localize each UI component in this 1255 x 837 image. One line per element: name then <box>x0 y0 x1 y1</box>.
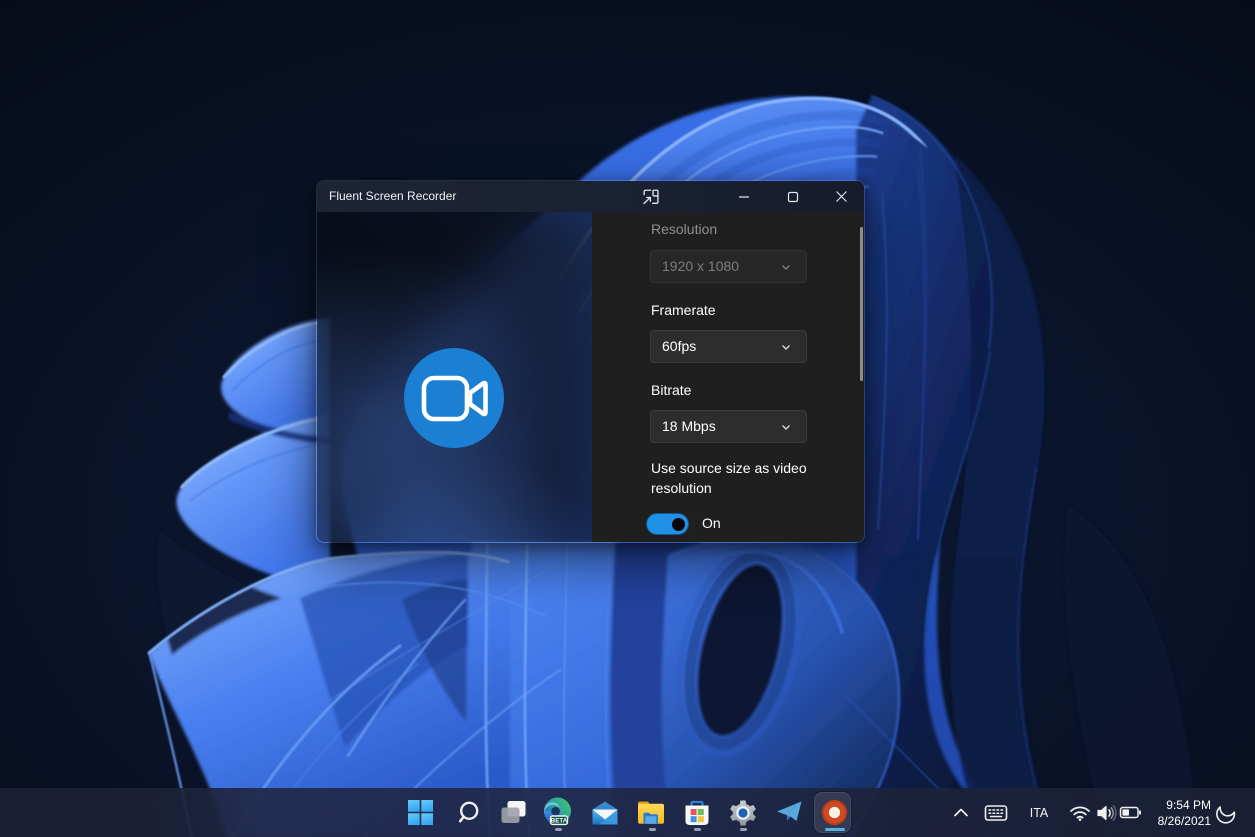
svg-text:BETA: BETA <box>551 817 568 824</box>
